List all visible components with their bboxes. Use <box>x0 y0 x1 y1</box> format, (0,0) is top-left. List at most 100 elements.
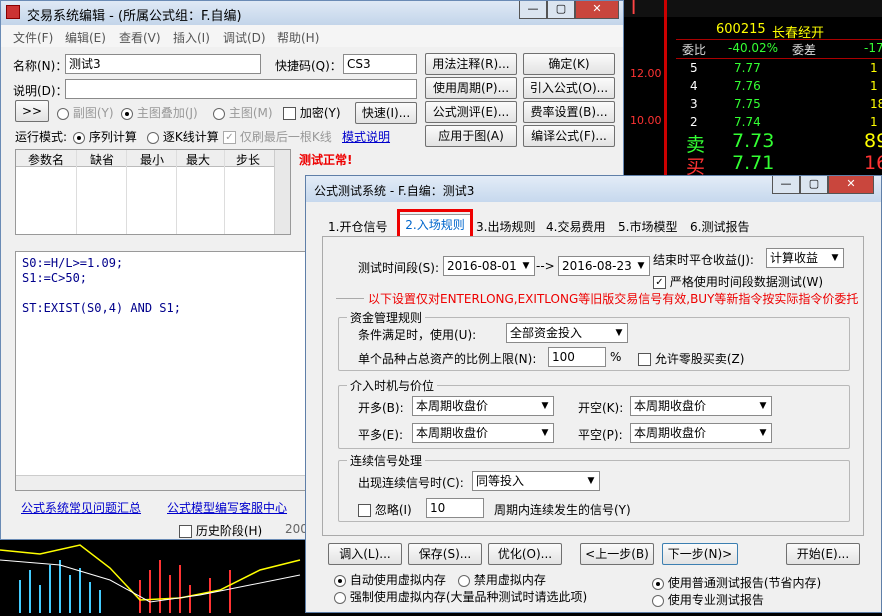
code-line-2: S1:=C>50; <box>22 271 88 285</box>
faq-link[interactable]: 公式系统常见问题汇总 <box>21 499 141 516</box>
radio-mem-force[interactable]: 强制使用虚拟内存(大量品种测试时请选此项) <box>334 588 587 605</box>
code-hscroll[interactable] <box>16 475 310 490</box>
tab-exit-rules[interactable]: 3.出场规则 <box>476 218 535 235</box>
ratio-value: -40.02% <box>728 41 779 55</box>
close-short-dropdown-icon[interactable]: ▼ <box>755 424 771 442</box>
history-checkbox[interactable]: 历史阶段(H) <box>179 522 262 539</box>
last-bar-checkbox[interactable]: ✓ 仅刷最后一根K线 <box>223 128 332 145</box>
start-button[interactable]: 开始(E)... <box>786 543 860 565</box>
desc-input[interactable] <box>65 79 417 99</box>
fee-button[interactable]: 费率设置(B)... <box>523 101 615 123</box>
close-profit-dropdown-icon[interactable]: ▼ <box>827 249 843 267</box>
minimize-button[interactable]: — <box>519 1 547 19</box>
radio-main-overlay[interactable]: 主图叠加(J) <box>121 104 198 121</box>
param-col-max: 最大 <box>186 153 211 167</box>
menu-insert[interactable]: 插入(I) <box>173 29 210 46</box>
period-label: 测试时间段(S): <box>358 261 440 275</box>
date-from-dropdown-icon[interactable]: ▼ <box>518 257 534 275</box>
date-to-picker[interactable]: 2016-08-23 ▼ <box>558 256 650 276</box>
menu-bar: 文件(F) 编辑(E) 查看(V) 插入(I) 调试(D) 帮助(H) <box>1 25 623 47</box>
radio-run-sequence[interactable]: 序列计算 <box>73 128 137 145</box>
open-long-label: 开多(B): <box>358 401 404 415</box>
ask-3: 3 7.75 18 <box>690 97 882 111</box>
menu-view[interactable]: 查看(V) <box>119 29 161 46</box>
hotkey-label: 快捷码(Q)： <box>275 59 342 73</box>
ask-5: 5 7.77 1 <box>690 61 878 75</box>
ok-button[interactable]: 确定(K) <box>523 53 615 75</box>
ratio-input[interactable]: 100 <box>548 347 606 367</box>
desc-label: 说明(D)： <box>13 84 68 98</box>
open-short-dropdown-icon[interactable]: ▼ <box>755 397 771 415</box>
close-profit-select[interactable]: 计算收益 ▼ <box>766 248 844 268</box>
radio-mem-auto[interactable]: 自动使用虚拟内存 <box>334 571 446 588</box>
param-col-name: 参数名 <box>28 153 65 167</box>
tab-market-model[interactable]: 5.市场模型 <box>618 218 677 235</box>
close-long-select[interactable]: 本周期收盘价 ▼ <box>412 423 554 443</box>
usage-button[interactable]: 用法注释(R)... <box>425 53 517 75</box>
close-button[interactable]: ✕ <box>575 1 619 19</box>
buy-vol: 16 <box>864 152 882 174</box>
import-button[interactable]: 引入公式(O)... <box>523 77 615 99</box>
menu-help[interactable]: 帮助(H) <box>277 29 319 46</box>
open-long-select[interactable]: 本周期收盘价 ▼ <box>412 396 554 416</box>
ignore-checkbox[interactable]: 忽略(I) <box>358 501 412 518</box>
tab-open-signal[interactable]: 1.开仓信号 <box>328 218 387 235</box>
dialog-minimize-button[interactable]: — <box>772 176 800 194</box>
mode-help-link[interactable]: 模式说明 <box>342 128 390 145</box>
radio-report-normal[interactable]: 使用普通测试报告(节省内存) <box>652 574 821 591</box>
strict-period-checkbox[interactable]: ✓ 严格使用时间段数据测试(W) <box>653 273 823 290</box>
radio-mem-off[interactable]: 禁用虚拟内存 <box>458 571 546 588</box>
timing-group-title: 介入时机与价位 <box>347 377 438 394</box>
test-button[interactable]: 公式测评(E)... <box>425 101 517 123</box>
save-button[interactable]: 保存(S)... <box>408 543 482 565</box>
compile-button[interactable]: 编译公式(F)... <box>523 125 615 147</box>
expand-button[interactable]: >> <box>15 100 49 122</box>
editor-title: 交易系统编辑 - (所属公式组：F.自编) <box>27 9 242 24</box>
maximize-button[interactable]: ▢ <box>547 1 575 19</box>
optimize-button[interactable]: 优化(O)... <box>488 543 562 565</box>
quick-button[interactable]: 快速(I)... <box>355 102 417 124</box>
cond-select[interactable]: 全部资金投入 ▼ <box>506 323 628 343</box>
date-from-picker[interactable]: 2016-08-01 ▼ <box>443 256 535 276</box>
period-button[interactable]: 使用周期(P)... <box>425 77 517 99</box>
name-input[interactable]: 测试3 <box>65 54 261 74</box>
run-mode-label: 运行模式: <box>15 130 68 144</box>
tab-test-report[interactable]: 6.测试报告 <box>690 218 749 235</box>
menu-debug[interactable]: 调试(D) <box>223 29 266 46</box>
code-editor[interactable]: S0:=H/L>=1.09; S1:=C>50; ST:EXIST(S0,4) … <box>15 251 311 491</box>
menu-edit[interactable]: 编辑(E) <box>65 29 106 46</box>
prev-step-button[interactable]: <上一步(B) <box>580 543 654 565</box>
ignore-periods-input[interactable]: 10 <box>426 498 484 518</box>
diff-value: -17 <box>864 41 882 55</box>
apply-button[interactable]: 应用于图(A) <box>425 125 517 147</box>
encrypt-checkbox[interactable]: 加密(Y) <box>283 104 341 121</box>
cont-dropdown-icon[interactable]: ▼ <box>583 472 599 490</box>
open-short-label: 开空(K): <box>578 401 624 415</box>
param-scrollbar[interactable] <box>274 150 290 234</box>
date-to-dropdown-icon[interactable]: ▼ <box>633 257 649 275</box>
odd-lot-checkbox[interactable]: 允许零股买卖(Z) <box>638 350 744 367</box>
next-step-button[interactable]: 下一步(N)> <box>662 543 738 565</box>
diff-label: 委差 <box>792 43 817 57</box>
menu-file[interactable]: 文件(F) <box>13 29 53 46</box>
hotkey-input[interactable]: CS3 <box>343 54 417 74</box>
open-long-dropdown-icon[interactable]: ▼ <box>537 397 553 415</box>
radio-run-per-bar[interactable]: 逐K线计算 <box>147 128 219 145</box>
radio-sub-chart[interactable]: 副图(Y) <box>57 104 114 121</box>
open-short-select[interactable]: 本周期收盘价 ▼ <box>630 396 772 416</box>
service-link[interactable]: 公式模型编写客服中心 <box>167 499 287 516</box>
close-long-dropdown-icon[interactable]: ▼ <box>537 424 553 442</box>
volume-chart <box>0 544 301 613</box>
close-short-label: 平空(P): <box>578 428 623 442</box>
param-col-min: 最小 <box>140 153 165 167</box>
cond-dropdown-icon[interactable]: ▼ <box>611 324 627 342</box>
close-short-select[interactable]: 本周期收盘价 ▼ <box>630 423 772 443</box>
cont-select[interactable]: 同等投入 ▼ <box>472 471 600 491</box>
dialog-maximize-button[interactable]: ▢ <box>800 176 828 194</box>
radio-main-chart[interactable]: 主图(M) <box>213 104 273 121</box>
radio-report-pro[interactable]: 使用专业测试报告 <box>652 591 764 608</box>
dialog-close-button[interactable]: ✕ <box>828 176 874 194</box>
load-button[interactable]: 调入(L)... <box>328 543 402 565</box>
tab-trading-fees[interactable]: 4.交易费用 <box>546 218 605 235</box>
param-col-step: 步长 <box>236 153 261 167</box>
